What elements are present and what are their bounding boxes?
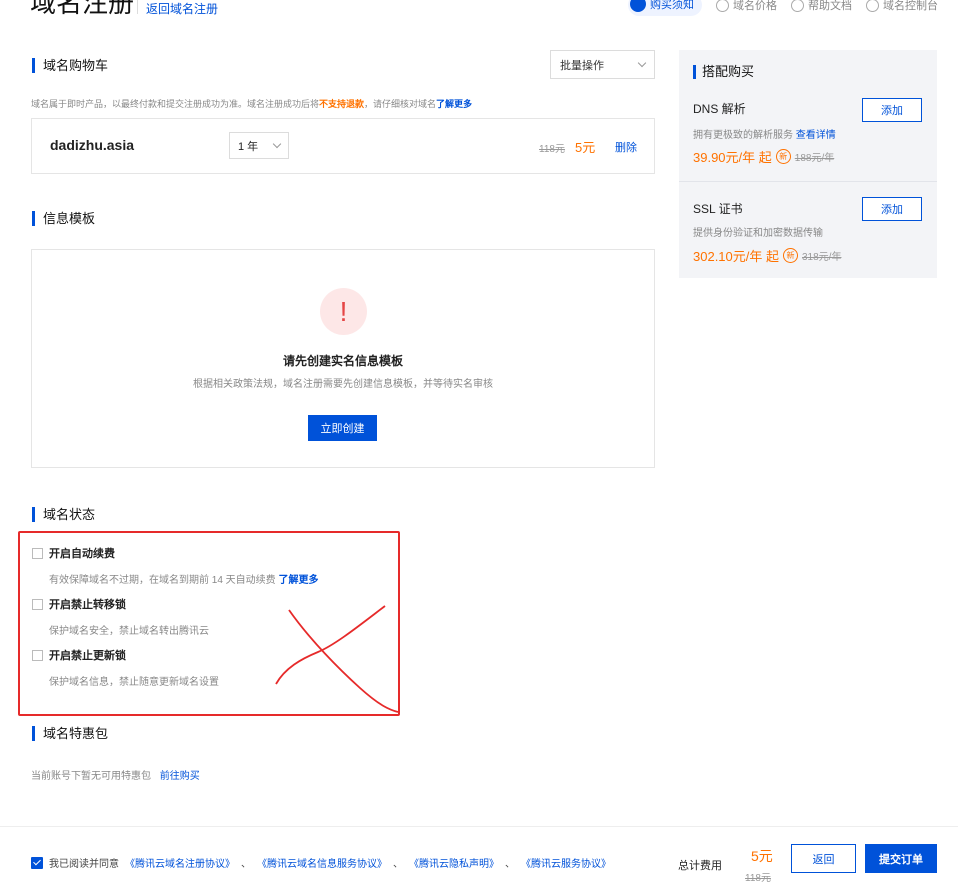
- template-empty-heading: 请先创建实名信息模板: [282, 354, 403, 368]
- cart-section-title: 域名购物车: [32, 58, 108, 73]
- back-to-register-link[interactable]: 返回域名注册: [146, 0, 218, 17]
- side-divider: [679, 181, 937, 182]
- domain-console-label: 域名控制台: [883, 0, 938, 12]
- agreement-separator: 、: [393, 859, 403, 870]
- new-badge: 新: [775, 149, 791, 164]
- footer-divider: [0, 826, 958, 827]
- original-price: 118元: [539, 144, 565, 155]
- package-empty-text: 当前账号下暂无可用特惠包: [31, 771, 151, 782]
- bundle-purchase-card: 搭配购买 DNS 解析 拥有更极致的解析服务 查看详情 39.90元/年 起 新…: [679, 50, 937, 278]
- purchase-notice-label: 购买须知: [650, 0, 694, 11]
- total-label: 总计费用: [678, 860, 722, 872]
- help-doc-link[interactable]: 帮助文档: [791, 0, 852, 16]
- agreement-link-info-service[interactable]: 《腾讯云域名信息服务协议》: [257, 855, 387, 870]
- create-template-button[interactable]: 立即创建: [308, 415, 377, 441]
- ssl-price-value: 302.10元/年 起: [693, 249, 779, 264]
- domain-name: dadizhu.asia: [50, 137, 135, 153]
- current-price: 5元: [575, 140, 596, 155]
- agreement-separator: 、: [505, 859, 515, 870]
- annotation-box: [18, 531, 400, 716]
- delete-button[interactable]: 删除: [615, 139, 637, 155]
- doc-icon: [630, 0, 646, 12]
- total-price: 5元: [751, 848, 773, 864]
- add-ssl-button[interactable]: 添加: [862, 197, 922, 221]
- cart-note-middle: ，请仔细核对域名: [364, 99, 437, 109]
- dns-desc: 拥有更极致的解析服务 查看详情: [693, 126, 836, 141]
- purchase-notice-link[interactable]: 购买须知: [628, 0, 702, 16]
- ssl-desc: 提供身份验证和加密数据传输: [693, 228, 823, 239]
- back-button[interactable]: 返回: [791, 844, 856, 873]
- dns-desc-text: 拥有更极致的解析服务: [693, 130, 793, 141]
- page-title: 域名注册: [30, 0, 135, 18]
- year-value: 1 年: [238, 140, 259, 153]
- add-dns-button[interactable]: 添加: [862, 98, 922, 122]
- agreement-link-service[interactable]: 《腾讯云服务协议》: [521, 855, 611, 870]
- template-empty-desc: 根据相关政策法规，域名注册需要先创建信息模板，并等待实名审核: [193, 379, 493, 390]
- agree-prefix: 我已阅读并同意: [49, 859, 119, 870]
- dns-old-price: 188元/年: [794, 153, 835, 164]
- agree-checkbox[interactable]: [31, 856, 43, 869]
- agreement-link-privacy[interactable]: 《腾讯云隐私声明》: [409, 855, 499, 870]
- year-select[interactable]: 1 年: [229, 132, 289, 159]
- ssl-name: SSL 证书: [693, 202, 743, 216]
- cart-note: 域名属于即时产品，以最终付款和提交注册成功为准。域名注册成功后将不支持退款，请仔…: [31, 97, 472, 110]
- bundle-title: 搭配购买: [693, 65, 754, 79]
- dns-details-link[interactable]: 查看详情: [796, 130, 836, 141]
- warning-icon: !: [320, 288, 367, 335]
- new-badge: 新: [783, 248, 798, 263]
- total-original-price: 118元: [745, 873, 771, 884]
- dns-name: DNS 解析: [693, 102, 746, 116]
- price-icon: [716, 0, 729, 12]
- package-section-title: 域名特惠包: [32, 726, 108, 741]
- agreement-row: 我已阅读并同意 《腾讯云域名注册协议》、《腾讯云域名信息服务协议》、《腾讯云隐私声…: [31, 855, 611, 870]
- chevron-down-icon: [272, 139, 282, 149]
- help-doc-label: 帮助文档: [808, 0, 852, 12]
- package-info: 当前账号下暂无可用特惠包 前往购买: [31, 767, 200, 782]
- top-links: 购买须知 域名价格 帮助文档 域名控制台: [628, 0, 938, 16]
- dns-price-value: 39.90元/年 起: [693, 150, 772, 165]
- bulk-action-select[interactable]: 批量操作: [550, 50, 655, 79]
- cart-item: dadizhu.asia 1 年 118元 5元 删除: [31, 118, 655, 174]
- warning-symbol: !: [339, 295, 348, 327]
- template-empty-state: ! 请先创建实名信息模板 根据相关政策法规，域名注册需要先创建信息模板，并等待实…: [31, 249, 655, 468]
- cart-note-bold: 不支持退款: [319, 99, 365, 109]
- submit-order-button[interactable]: 提交订单: [865, 844, 937, 873]
- package-buy-link[interactable]: 前往购买: [160, 771, 200, 782]
- domain-price-label: 域名价格: [733, 0, 777, 12]
- help-icon: [791, 0, 804, 12]
- dns-price: 39.90元/年 起 新 188元/年: [693, 147, 834, 166]
- status-section-title: 域名状态: [32, 507, 95, 522]
- domain-console-link[interactable]: 域名控制台: [866, 0, 938, 16]
- cart-note-learn-more-link[interactable]: 了解更多: [436, 99, 472, 109]
- chevron-down-icon: [637, 58, 647, 68]
- domain-price-link[interactable]: 域名价格: [716, 0, 777, 16]
- cart-note-prefix: 域名属于即时产品，以最终付款和提交注册成功为准。域名注册成功后将: [31, 99, 320, 109]
- grid-icon: [866, 0, 879, 12]
- ssl-old-price: 318元/年: [802, 252, 842, 263]
- header-divider: [137, 0, 138, 14]
- agreement-separator: 、: [241, 859, 251, 870]
- bulk-action-label: 批量操作: [560, 59, 604, 72]
- template-section-title: 信息模板: [32, 211, 95, 226]
- agreement-link-register[interactable]: 《腾讯云域名注册协议》: [125, 855, 235, 870]
- ssl-price: 302.10元/年 起 新 318元/年: [693, 246, 841, 265]
